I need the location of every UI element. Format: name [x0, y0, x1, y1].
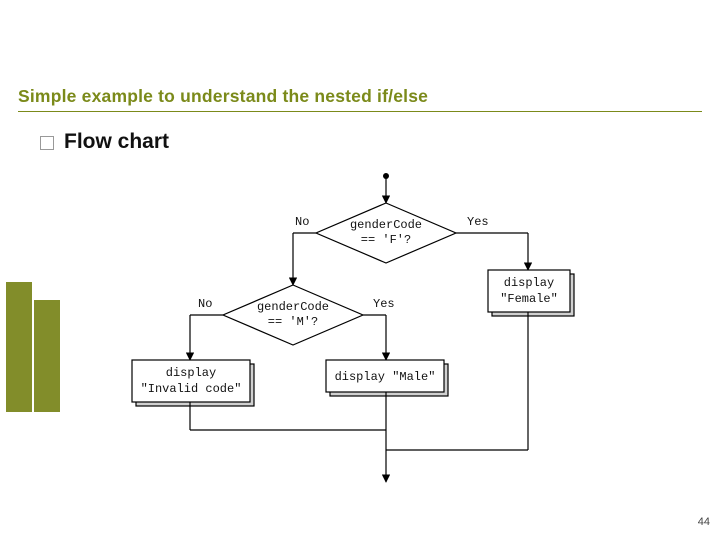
process-invalid-line1: display: [166, 366, 216, 380]
decor-bar-2: [34, 300, 60, 412]
decision-gender-f-line2: == 'F'?: [361, 233, 411, 247]
edge-d2-yes-label: Yes: [373, 297, 395, 311]
edge-d2-no-label: No: [198, 297, 212, 311]
process-female-line2: "Female": [500, 292, 558, 306]
decor-bar-1: [6, 282, 32, 412]
title-underline: [18, 111, 702, 112]
edge-d1-yes-label: Yes: [467, 215, 489, 229]
slide-subtitle: Flow chart: [64, 130, 169, 154]
process-invalid-line2: "Invalid code": [141, 382, 242, 396]
decision-gender-f-line1: genderCode: [350, 218, 422, 232]
process-male-line1: display "Male": [335, 370, 436, 384]
bullet-icon: [40, 136, 54, 150]
edge-d1-no-label: No: [295, 215, 309, 229]
page-number: 44: [698, 516, 710, 528]
decision-gender-m-line1: genderCode: [257, 300, 329, 314]
process-female-line1: display: [504, 276, 554, 290]
flowchart: genderCode == 'F'? Yes No genderCode == …: [130, 170, 610, 510]
slide-title: Simple example to understand the nested …: [18, 86, 428, 107]
decision-gender-m-line2: == 'M'?: [268, 315, 318, 329]
